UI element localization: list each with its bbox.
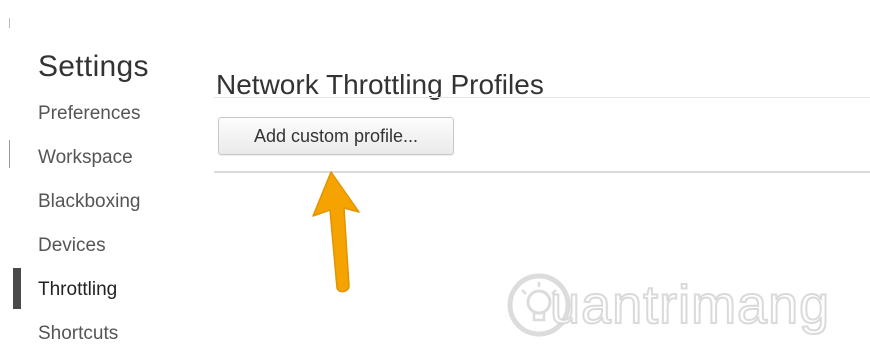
divider xyxy=(214,97,870,98)
page-title: Network Throttling Profiles xyxy=(216,68,544,100)
sidebar-title: Settings xyxy=(38,50,149,83)
sidebar-item-workspace[interactable]: Workspace xyxy=(38,144,140,188)
panel-edge xyxy=(9,140,10,168)
panel-edge xyxy=(9,18,10,28)
sidebar-list: Preferences Workspace Blackboxing Device… xyxy=(38,100,140,364)
add-custom-profile-button[interactable]: Add custom profile... xyxy=(218,117,454,155)
sidebar-item-throttling[interactable]: Throttling xyxy=(38,276,140,320)
sidebar-item-preferences[interactable]: Preferences xyxy=(38,100,140,144)
watermark: uantrimang xyxy=(498,262,870,350)
sidebar-item-blackboxing[interactable]: Blackboxing xyxy=(38,188,140,232)
sidebar-item-shortcuts[interactable]: Shortcuts xyxy=(38,320,140,364)
active-item-marker xyxy=(13,268,21,309)
watermark-text: uantrimang xyxy=(549,274,831,336)
sidebar-item-devices[interactable]: Devices xyxy=(38,232,140,276)
settings-sidebar: Settings Preferences Workspace Blackboxi… xyxy=(38,0,198,350)
arrow-up-icon xyxy=(312,171,360,293)
